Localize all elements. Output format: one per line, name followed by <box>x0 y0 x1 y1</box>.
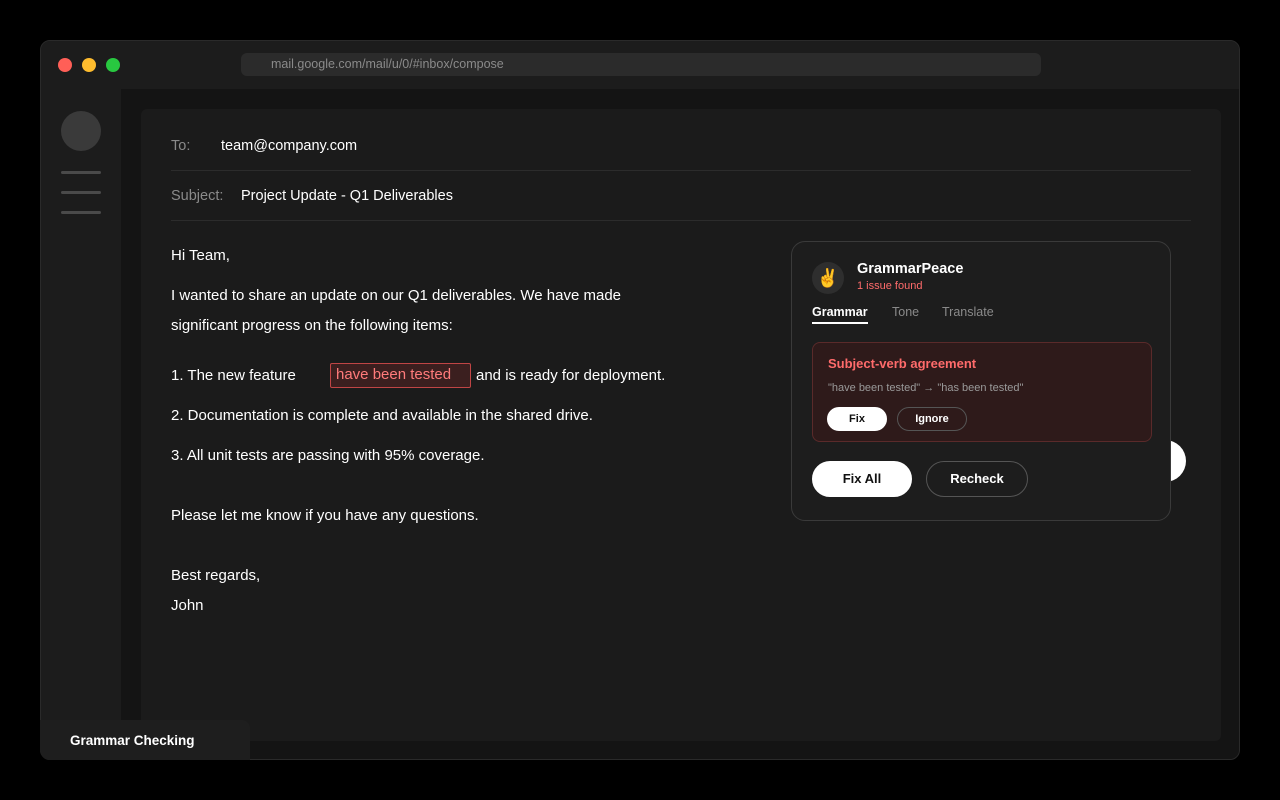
issue-card: Subject-verb agreement "have been tested… <box>812 342 1152 442</box>
to-input[interactable]: team@company.com <box>221 121 357 171</box>
fix-button[interactable]: Fix <box>827 407 887 431</box>
feature-caption: Grammar Checking <box>40 720 250 760</box>
email-list-item-3[interactable]: 3. All unit tests are passing with 95% c… <box>171 446 485 466</box>
sidebar-nav-item[interactable] <box>61 211 101 214</box>
email-list-item-2[interactable]: 2. Documentation is complete and availab… <box>171 406 593 426</box>
maximize-window-button[interactable] <box>106 58 120 72</box>
grammar-error-highlight[interactable]: have been tested <box>330 363 471 388</box>
title-bar: mail.google.com/mail/u/0/#inbox/compose <box>41 41 1239 89</box>
tab-translate[interactable]: Translate <box>942 305 994 322</box>
tab-tone[interactable]: Tone <box>892 305 919 322</box>
subject-field-row: Subject: Project Update - Q1 Deliverable… <box>171 171 1191 221</box>
sidebar-nav-item[interactable] <box>61 171 101 174</box>
subject-label: Subject: <box>171 188 224 204</box>
email-list-item-1-end[interactable]: and is ready for deployment. <box>476 366 665 386</box>
avatar[interactable] <box>61 111 101 151</box>
fix-all-button[interactable]: Fix All <box>812 461 912 497</box>
email-signoff[interactable]: Best regards, <box>171 566 260 586</box>
ignore-button[interactable]: Ignore <box>897 407 967 431</box>
email-intro-line[interactable]: significant progress on the following it… <box>171 316 453 336</box>
tab-grammar[interactable]: Grammar <box>812 305 868 324</box>
email-signature[interactable]: John <box>171 596 204 616</box>
minimize-window-button[interactable] <box>82 58 96 72</box>
peace-hand-icon: ✌️ <box>812 262 844 294</box>
grammar-panel: ✌️ GrammarPeace 1 issue found Grammar To… <box>791 241 1171 521</box>
mail-sidebar <box>41 89 121 759</box>
close-window-button[interactable] <box>58 58 72 72</box>
subject-input[interactable]: Project Update - Q1 Deliverables <box>241 171 453 221</box>
to-label: To: <box>171 138 191 154</box>
email-intro-line[interactable]: I wanted to share an update on our Q1 de… <box>171 286 621 306</box>
issue-title: Subject-verb agreement <box>828 356 977 371</box>
issue-suggestion: "have been tested" → "has been tested" <box>828 382 1024 394</box>
recheck-button[interactable]: Recheck <box>926 461 1028 497</box>
email-greeting[interactable]: Hi Team, <box>171 246 230 266</box>
to-field-row: To: team@company.com <box>171 121 1191 171</box>
address-bar[interactable]: mail.google.com/mail/u/0/#inbox/compose <box>241 53 1041 76</box>
email-closing[interactable]: Please let me know if you have any quest… <box>171 506 479 526</box>
issue-count: 1 issue found <box>857 280 923 292</box>
email-list-item-1-start[interactable]: 1. The new feature <box>171 366 296 386</box>
browser-window: mail.google.com/mail/u/0/#inbox/compose … <box>40 40 1240 760</box>
app-name: GrammarPeace <box>857 261 964 277</box>
sidebar-nav-item[interactable] <box>61 191 101 194</box>
